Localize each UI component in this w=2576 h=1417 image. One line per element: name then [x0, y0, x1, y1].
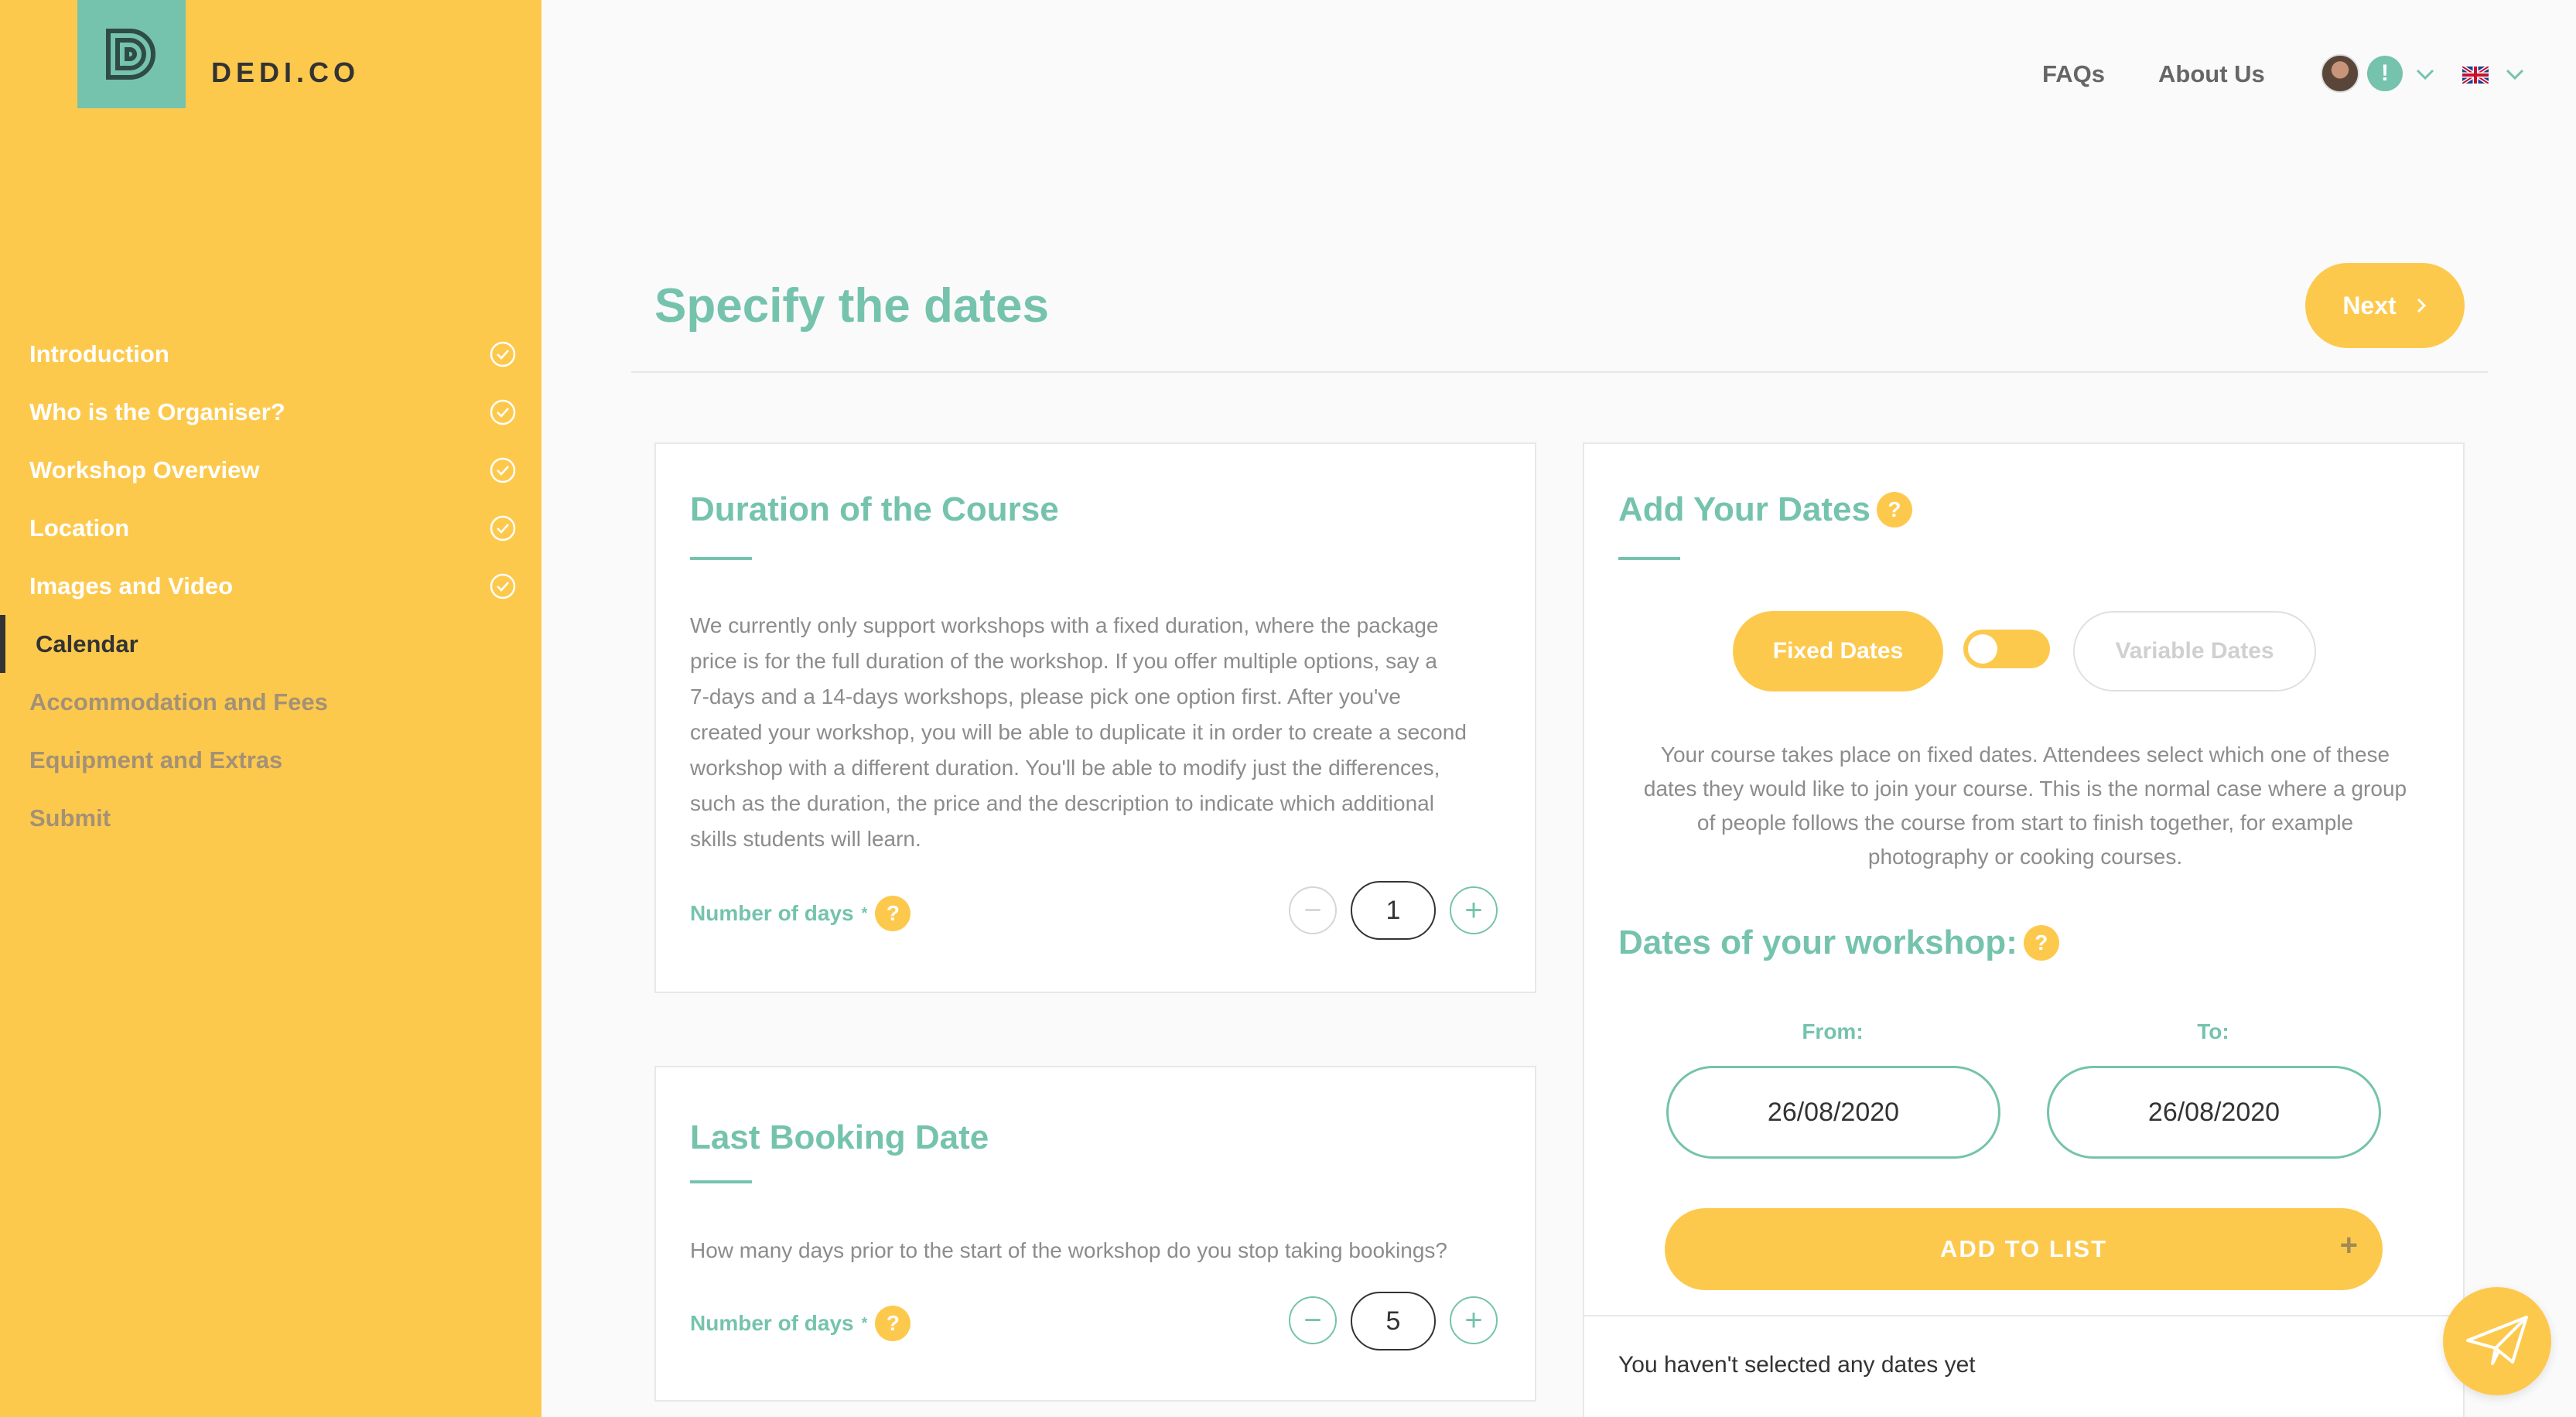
chevron-down-icon[interactable] [2505, 68, 2525, 80]
sidebar-item-equipment[interactable]: Equipment and Extras [0, 731, 542, 789]
booking-description: How many days prior to the start of the … [690, 1238, 1447, 1262]
required-mark: * [861, 904, 868, 922]
check-circle-icon [490, 573, 516, 599]
brand-name: DEDI.CO [211, 56, 360, 88]
dates-title-text: Add Your Dates [1618, 490, 1871, 528]
logo-icon[interactable] [77, 0, 186, 108]
sidebar: DEDI.CO Introduction Who is the Organise… [0, 0, 542, 1417]
text-line: skills students will learn. [690, 827, 921, 851]
sidebar-item-location[interactable]: Location [0, 499, 542, 557]
sidebar-item-workshop-overview[interactable]: Workshop Overview [0, 441, 542, 499]
sidebar-item-accommodation[interactable]: Accommodation and Fees [0, 673, 542, 731]
sidebar-item-label: Workshop Overview [29, 456, 260, 483]
sidebar-item-label: Calendar [36, 630, 138, 657]
field-label-text: Number of days [690, 901, 854, 925]
days-value[interactable]: 5 [1351, 1292, 1436, 1350]
sidebar-item-label: Introduction [29, 340, 169, 367]
text-line: price is for the full duration of the wo… [690, 649, 1437, 673]
uk-flag-icon[interactable] [2462, 67, 2489, 84]
increment-button[interactable]: + [1450, 886, 1498, 934]
title-underline [690, 1180, 752, 1183]
help-icon[interactable]: ? [875, 896, 911, 931]
text-line: workshop with a different duration. You'… [690, 756, 1440, 780]
sidebar-item-introduction[interactable]: Introduction [0, 325, 542, 383]
fixed-dates-button[interactable]: Fixed Dates [1733, 611, 1943, 691]
text-line: created your workshop, you will be able … [690, 720, 1467, 744]
booking-card: Last Booking Date How many days prior to… [654, 1066, 1536, 1402]
sidebar-item-label: Submit [29, 804, 111, 831]
workshop-dates-title: Dates of your workshop: ? [1618, 924, 2059, 962]
empty-dates-message: You haven't selected any dates yet [1618, 1352, 1976, 1378]
text-line: We currently only support workshops with… [690, 613, 1439, 637]
dates-description: Your course takes place on fixed dates. … [1615, 738, 2435, 874]
to-date-input[interactable]: 26/08/2020 [2047, 1066, 2381, 1159]
decrement-button[interactable]: − [1289, 1296, 1337, 1344]
dates-mode-toggle[interactable] [1963, 630, 2050, 668]
text-line: such as the duration, the price and the … [690, 791, 1434, 815]
duration-field-label: Number of days * ? [690, 896, 911, 931]
check-circle-icon [490, 341, 516, 367]
help-icon[interactable]: ? [875, 1306, 911, 1341]
duration-description: We currently only support workshops with… [690, 608, 1510, 857]
workshop-dates-title-text: Dates of your workshop: [1618, 924, 2017, 961]
add-to-list-label: ADD TO LIST [1939, 1235, 2108, 1262]
days-value[interactable]: 1 [1351, 881, 1436, 940]
plus-icon: + [2339, 1228, 2359, 1262]
sidebar-item-label: Accommodation and Fees [29, 688, 328, 715]
toggle-knob [1968, 634, 1997, 664]
sidebar-nav: Introduction Who is the Organiser? Works… [0, 325, 542, 847]
sidebar-item-label: Location [29, 514, 130, 541]
sidebar-item-submit[interactable]: Submit [0, 789, 542, 847]
field-label-text: Number of days [690, 1311, 854, 1335]
check-circle-icon [490, 457, 516, 483]
nav-link-about[interactable]: About Us [2158, 60, 2265, 88]
sidebar-item-images-video[interactable]: Images and Video [0, 557, 542, 615]
avatar[interactable] [2321, 54, 2359, 93]
help-icon[interactable]: ? [1876, 492, 1912, 528]
to-label: To: [2197, 1019, 2229, 1043]
chevron-right-icon [2417, 298, 2426, 313]
title-underline [1618, 557, 1680, 560]
check-circle-icon [490, 399, 516, 425]
help-icon[interactable]: ? [2023, 925, 2059, 961]
booking-title: Last Booking Date [690, 1118, 989, 1156]
text-line: of people follows the course from start … [1696, 811, 2354, 835]
header-divider [631, 371, 2488, 373]
next-button-label: Next [2342, 291, 2397, 319]
add-to-list-button[interactable]: ADD TO LIST + [1665, 1208, 2383, 1290]
title-underline [690, 557, 752, 560]
paper-plane-icon [2466, 1316, 2528, 1365]
booking-field-label: Number of days * ? [690, 1306, 911, 1341]
increment-button[interactable]: + [1450, 1296, 1498, 1344]
duration-card: Duration of the Course We currently only… [654, 442, 1536, 993]
required-mark: * [861, 1314, 868, 1332]
text-line: 7-days and a 14-days workshops, please p… [690, 685, 1401, 708]
decrement-button[interactable]: − [1289, 886, 1337, 934]
alert-badge[interactable]: ! [2367, 56, 2403, 91]
from-date-input[interactable]: 26/08/2020 [1666, 1066, 2000, 1159]
check-circle-icon [490, 515, 516, 541]
next-button[interactable]: Next [2305, 263, 2465, 348]
text-line: Your course takes place on fixed dates. … [1660, 743, 2390, 767]
send-message-button[interactable] [2443, 1287, 2551, 1395]
sidebar-item-label: Who is the Organiser? [29, 398, 285, 425]
duration-title: Duration of the Course [690, 490, 1059, 528]
sidebar-item-organiser[interactable]: Who is the Organiser? [0, 383, 542, 441]
text-line: photography or cooking courses. [1867, 845, 2183, 869]
dates-title: Add Your Dates ? [1618, 490, 1912, 529]
chevron-down-icon[interactable] [2415, 68, 2435, 80]
sidebar-item-label: Equipment and Extras [29, 746, 283, 773]
nav-link-faqs[interactable]: FAQs [2042, 60, 2105, 88]
page-title: Specify the dates [654, 279, 1049, 333]
sidebar-item-calendar[interactable]: Calendar [0, 615, 542, 673]
text-line: dates they would like to join your cours… [1643, 777, 2407, 801]
variable-dates-button[interactable]: Variable Dates [2073, 611, 2316, 691]
selected-dates-list: You haven't selected any dates yet [1583, 1315, 2465, 1417]
sidebar-item-label: Images and Video [29, 572, 234, 599]
from-label: From: [1802, 1019, 1864, 1043]
